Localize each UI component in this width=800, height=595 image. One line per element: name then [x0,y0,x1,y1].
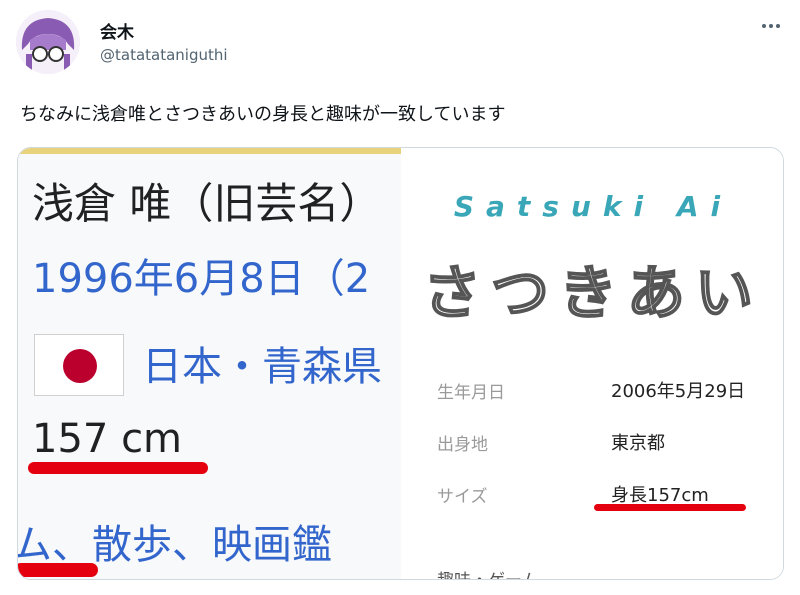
height-value: 157 cm [32,416,183,462]
author-handle[interactable]: @tatatataniguthi [100,46,228,64]
hobby-links: ム、散歩、映画鑑 [18,522,332,568]
name-japanese: さつきあい [422,258,764,328]
size-label: サイズ [437,487,488,507]
name-english: Satsuki Ai [453,190,733,223]
post-text: ちなみに浅倉唯とさつきあいの身長と趣味が一致しています [20,104,506,125]
highlight-underline [594,504,746,511]
profile-title: 浅倉 唯（旧芸名） [32,179,382,228]
more-horizontal-icon[interactable] [756,14,786,38]
highlight-underline [28,462,208,474]
birthplace-label: 出身地 [437,435,488,455]
panel-top-bar [18,148,401,154]
avatar[interactable] [16,10,80,74]
post-media[interactable]: 浅倉 唯（旧芸名） 1996年6月8日（2 日本・青森県 157 cm ム、散歩… [17,147,784,580]
wikipedia-crop-panel: 浅倉 唯（旧芸名） 1996年6月8日（2 日本・青森県 157 cm ム、散歩… [18,148,401,579]
hobby-row-cut: 趣味・ゲーム [437,566,539,579]
avatar-image [16,10,80,74]
highlight-underline [18,563,98,577]
birthdate-value: 2006年5月29日 [611,381,746,402]
birth-date-link: 1996年6月8日（2 [32,256,371,302]
author-name[interactable]: 会木 [100,18,134,43]
japan-flag-icon [34,334,124,396]
birthdate-label: 生年月日 [437,383,505,403]
birthplace-link: 日本・青森県 [142,344,382,390]
profile-card-panel: Satsuki Ai さつきあい 生年月日 2006年5月29日 出身地 東京都… [401,148,783,579]
birthplace-value: 東京都 [611,433,665,454]
